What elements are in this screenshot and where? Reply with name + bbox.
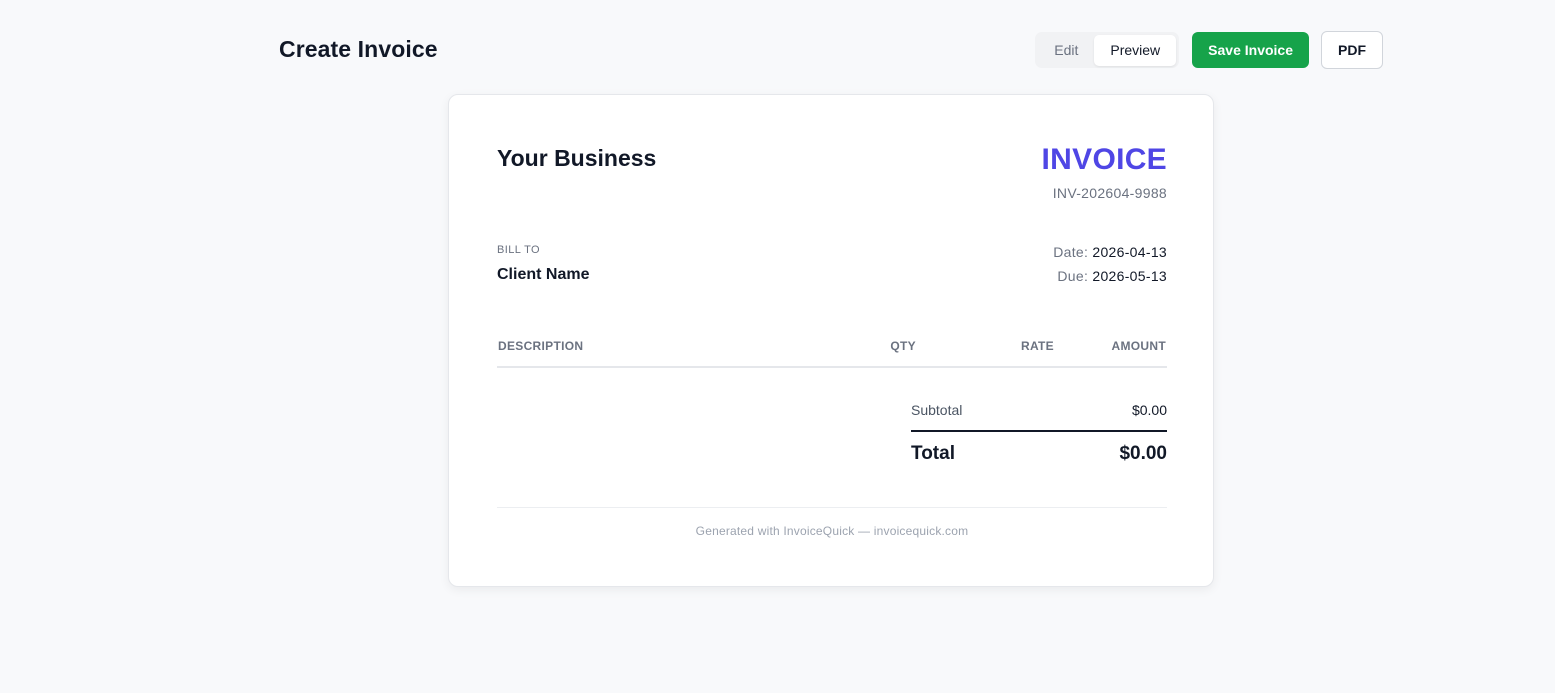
column-rate: RATE bbox=[1021, 339, 1054, 353]
column-amount: AMOUNT bbox=[1111, 339, 1166, 353]
top-bar: Create Invoice Edit Preview Save Invoice… bbox=[279, 30, 1383, 70]
invoice-title: INVOICE bbox=[1041, 143, 1167, 176]
column-qty: QTY bbox=[890, 339, 916, 353]
business-name: Your Business bbox=[497, 145, 657, 171]
due-date: Due: 2026-05-13 bbox=[1057, 268, 1167, 284]
due-label: Due: bbox=[1057, 268, 1089, 284]
preview-tab[interactable]: Preview bbox=[1094, 34, 1177, 66]
invoice-number: INV-202604-9988 bbox=[1052, 185, 1167, 201]
due-value: 2026-05-13 bbox=[1092, 268, 1167, 284]
total-value: $0.00 bbox=[1119, 443, 1167, 464]
mode-toggle: Edit Preview bbox=[1035, 32, 1180, 68]
footer-text: Generated with InvoiceQuick — invoicequi… bbox=[695, 524, 969, 538]
totals-section: Subtotal $0.00 Total $0.00 bbox=[911, 402, 1167, 473]
date-label: Date: bbox=[1053, 244, 1089, 260]
edit-tab[interactable]: Edit bbox=[1038, 35, 1094, 66]
bill-to-label: BILL TO bbox=[497, 244, 540, 256]
date-value: 2026-04-13 bbox=[1092, 244, 1167, 260]
subtotal-label: Subtotal bbox=[911, 402, 963, 418]
client-name: Client Name bbox=[497, 266, 590, 283]
total-label: Total bbox=[911, 443, 955, 464]
subtotal-value: $0.00 bbox=[1131, 402, 1167, 418]
pdf-button[interactable]: PDF bbox=[1321, 31, 1383, 69]
total-divider bbox=[911, 430, 1167, 432]
line-items-header: DESCRIPTION QTY RATE AMOUNT bbox=[497, 339, 1167, 368]
header-actions: Edit Preview Save Invoice PDF bbox=[1035, 31, 1383, 69]
total-row: Total $0.00 bbox=[911, 443, 1167, 473]
column-description: DESCRIPTION bbox=[498, 339, 584, 353]
page-title: Create Invoice bbox=[279, 36, 438, 62]
subtotal-row: Subtotal $0.00 bbox=[911, 402, 1167, 422]
invoice-preview-card: Your Business INVOICE INV-202604-9988 BI… bbox=[448, 94, 1214, 587]
footer-divider bbox=[497, 507, 1167, 508]
save-invoice-button[interactable]: Save Invoice bbox=[1192, 32, 1309, 68]
invoice-date: Date: 2026-04-13 bbox=[1053, 244, 1167, 260]
